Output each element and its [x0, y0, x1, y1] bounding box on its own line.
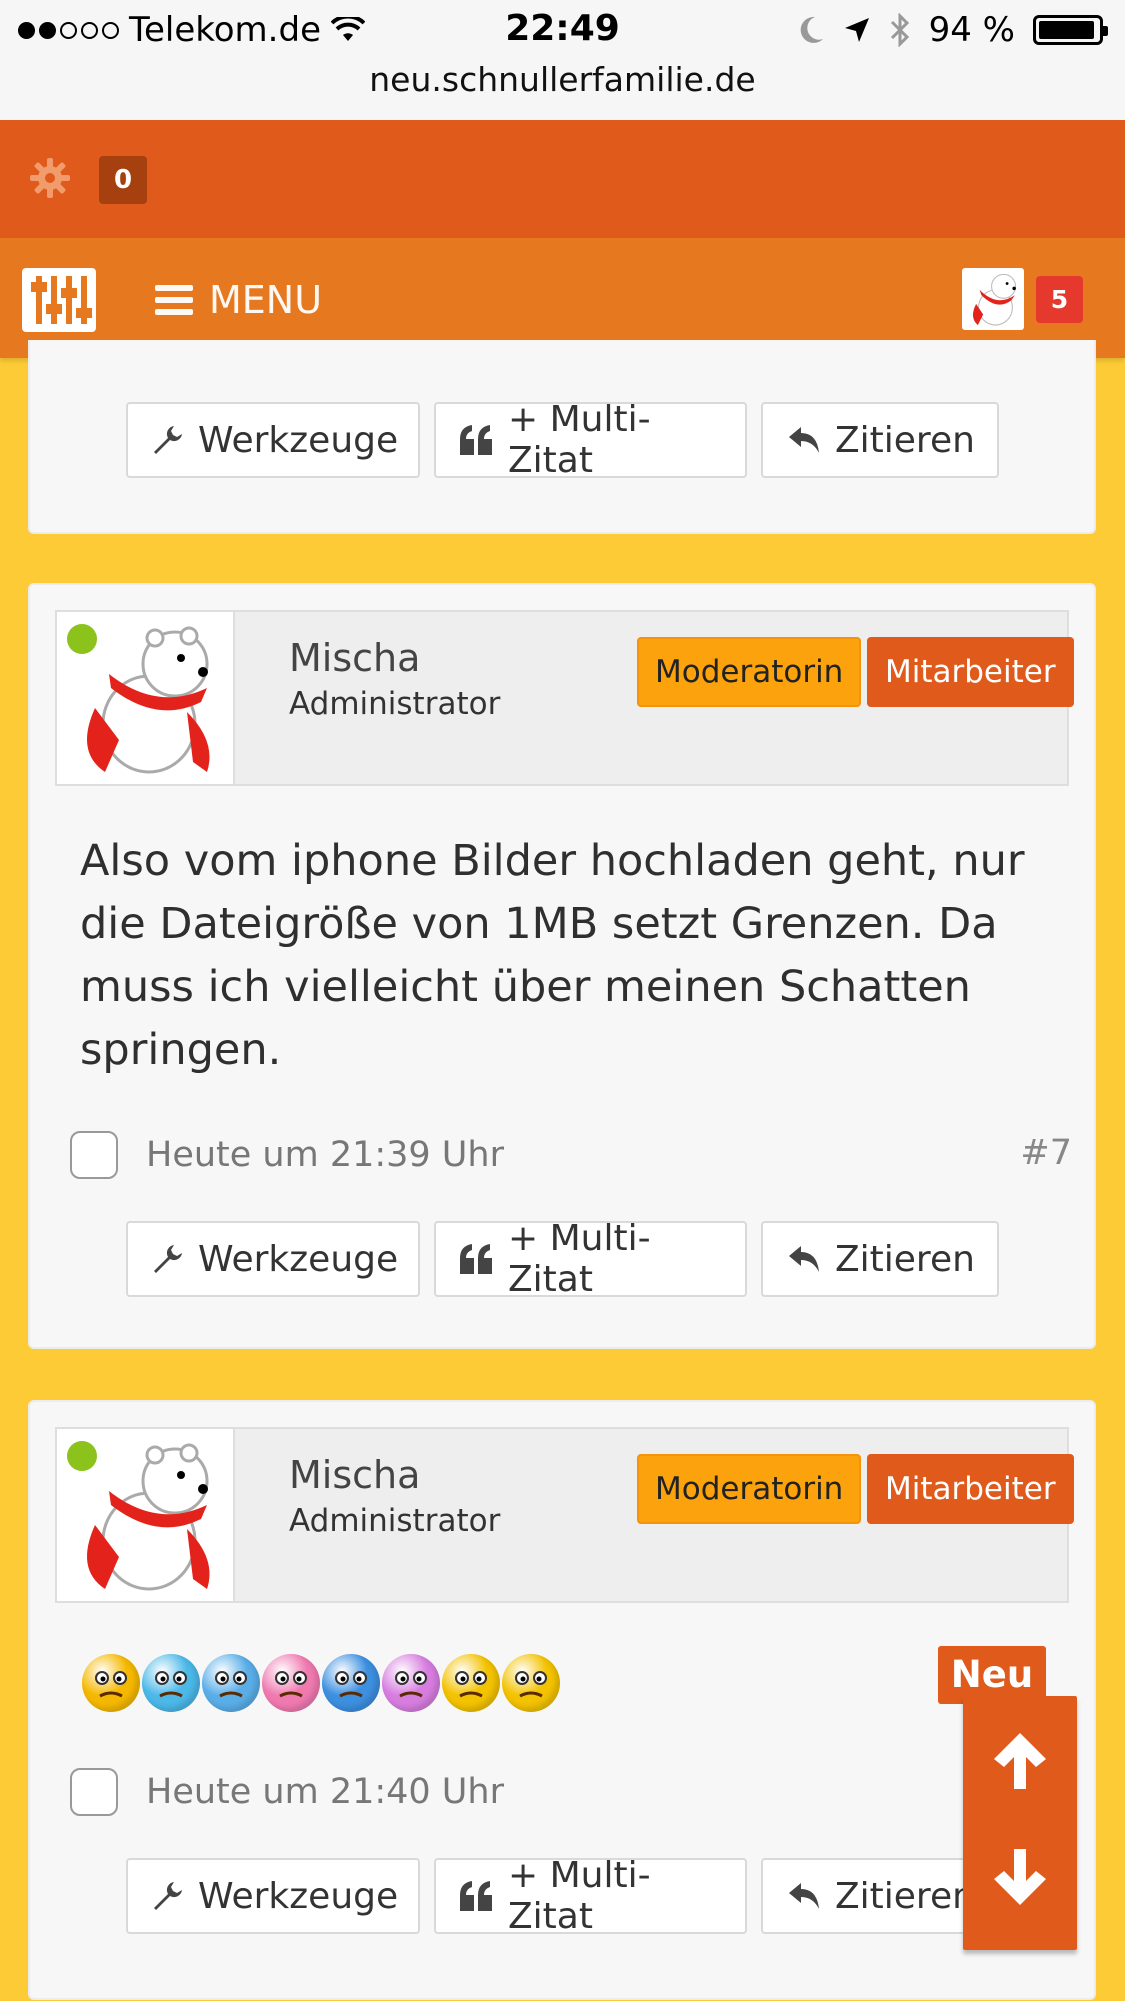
menu-label: MENU	[209, 278, 323, 322]
quote-icon	[460, 1244, 492, 1274]
post-actions: Werkzeuge + Multi-Zitat Zitieren	[126, 1855, 999, 1937]
multi-quote-label: + Multi-Zitat	[508, 1855, 651, 1937]
skeptical-smiley-icon	[442, 1654, 500, 1712]
confused-smiley-icon	[502, 1654, 560, 1712]
post-author-box: Mischa Administrator Moderatorin Mitarbe…	[55, 1427, 1074, 1603]
sad-smiley-icon	[82, 1654, 140, 1712]
status-bar: Telekom.de 22:49 94 % neu.schnullerfamil…	[0, 0, 1125, 120]
status-icons: 94 %	[797, 10, 1108, 50]
tools-button[interactable]: Werkzeuge	[126, 1221, 420, 1297]
post-meta: Heute um 21:39 Uhr	[70, 1131, 504, 1179]
author-role: Administrator	[289, 686, 501, 722]
scroll-navigation	[963, 1696, 1077, 1950]
scroll-down-button[interactable]	[963, 1822, 1077, 1932]
rank-badge-staff: Mitarbeiter	[867, 1454, 1074, 1524]
post-card: Mischa Administrator Moderatorin Mitarbe…	[28, 583, 1096, 1349]
quote-label: Zitieren	[835, 1875, 975, 1917]
post-message: Also vom iphone Bilder hochladen geht, n…	[80, 836, 1025, 1075]
cool-smiley-icon	[202, 1654, 260, 1712]
quote-label: Zitieren	[835, 419, 975, 461]
tools-label: Werkzeuge	[198, 1875, 399, 1917]
multi-quote-button[interactable]: + Multi-Zitat	[434, 1218, 747, 1300]
tongue-smiley-icon	[262, 1654, 320, 1712]
author-role: Administrator	[289, 1503, 501, 1539]
multi-quote-label: + Multi-Zitat	[508, 1218, 651, 1300]
rank-badge-moderator: Moderatorin	[637, 1454, 862, 1524]
online-status-icon	[67, 1441, 97, 1471]
gear-icon[interactable]	[30, 158, 70, 198]
author-name[interactable]: Mischa	[289, 636, 420, 680]
quote-button[interactable]: Zitieren	[761, 1221, 999, 1297]
post-author-box: Mischa Administrator Moderatorin Mitarbe…	[55, 610, 1074, 786]
wrench-icon	[154, 1245, 182, 1273]
bluetooth-icon	[890, 13, 909, 47]
post-actions: Werkzeuge + Multi-Zitat Zitieren	[126, 1218, 999, 1300]
quote-button[interactable]: Zitieren	[761, 402, 999, 478]
select-post-checkbox[interactable]	[70, 1768, 118, 1816]
wrench-icon	[154, 426, 182, 454]
user-panel-bar: 0	[0, 120, 1125, 238]
rank-badge-staff: Mitarbeiter	[867, 637, 1074, 707]
select-post-checkbox[interactable]	[70, 1131, 118, 1179]
site-logo[interactable]	[22, 268, 96, 332]
rolling-eyes-smiley-icon	[142, 1654, 200, 1712]
post-card: Mischa Administrator Moderatorin Mitarbe…	[28, 1400, 1096, 2000]
tools-button[interactable]: Werkzeuge	[126, 1858, 420, 1934]
post-card-previous: Werkzeuge + Multi-Zitat Zitieren	[28, 340, 1096, 534]
author-name[interactable]: Mischa	[289, 1453, 420, 1497]
reply-icon	[789, 427, 819, 453]
battery-icon	[1033, 15, 1108, 45]
author-avatar[interactable]	[57, 1429, 235, 1601]
multi-quote-label: + Multi-Zitat	[508, 399, 651, 481]
author-avatar[interactable]	[57, 612, 235, 784]
multi-quote-button[interactable]: + Multi-Zitat	[434, 399, 747, 481]
user-avatar[interactable]	[962, 268, 1024, 330]
multi-quote-button[interactable]: + Multi-Zitat	[434, 1855, 747, 1937]
post-date[interactable]: Heute um 21:40 Uhr	[146, 1772, 504, 1812]
polar-bear-avatar-icon	[972, 273, 1017, 326]
url-bar[interactable]: neu.schnullerfamilie.de	[0, 60, 1125, 99]
reply-icon	[789, 1246, 819, 1272]
wrench-icon	[154, 1882, 182, 1910]
arrow-up-icon	[994, 1733, 1046, 1789]
quote-label: Zitieren	[835, 1238, 975, 1280]
quote-icon	[460, 425, 492, 455]
battery-percent: 94 %	[928, 10, 1015, 50]
post-actions: Werkzeuge + Multi-Zitat Zitieren	[126, 399, 999, 481]
menu-button[interactable]: MENU	[155, 278, 322, 322]
location-arrow-icon	[844, 18, 869, 42]
reply-icon	[789, 1883, 819, 1909]
moon-icon	[800, 16, 823, 43]
post-smileys	[82, 1654, 560, 1712]
post-date[interactable]: Heute um 21:39 Uhr	[146, 1135, 504, 1175]
arrow-down-icon	[994, 1849, 1046, 1905]
shocked-smiley-icon	[322, 1654, 380, 1712]
scroll-up-button[interactable]	[963, 1706, 1077, 1816]
post-number-link[interactable]: #7	[1020, 1133, 1072, 1173]
notification-count-badge[interactable]: 0	[99, 156, 147, 204]
quote-icon	[460, 1881, 492, 1911]
conversation-count-badge[interactable]: 5	[1036, 276, 1083, 323]
rank-badge-moderator: Moderatorin	[637, 637, 862, 707]
tools-label: Werkzeuge	[198, 1238, 399, 1280]
online-status-icon	[67, 624, 97, 654]
post-meta: Heute um 21:40 Uhr	[70, 1768, 504, 1816]
hamburger-icon	[155, 285, 193, 315]
tools-label: Werkzeuge	[198, 419, 399, 461]
surprised-smiley-icon	[382, 1654, 440, 1712]
tools-button[interactable]: Werkzeuge	[126, 402, 420, 478]
